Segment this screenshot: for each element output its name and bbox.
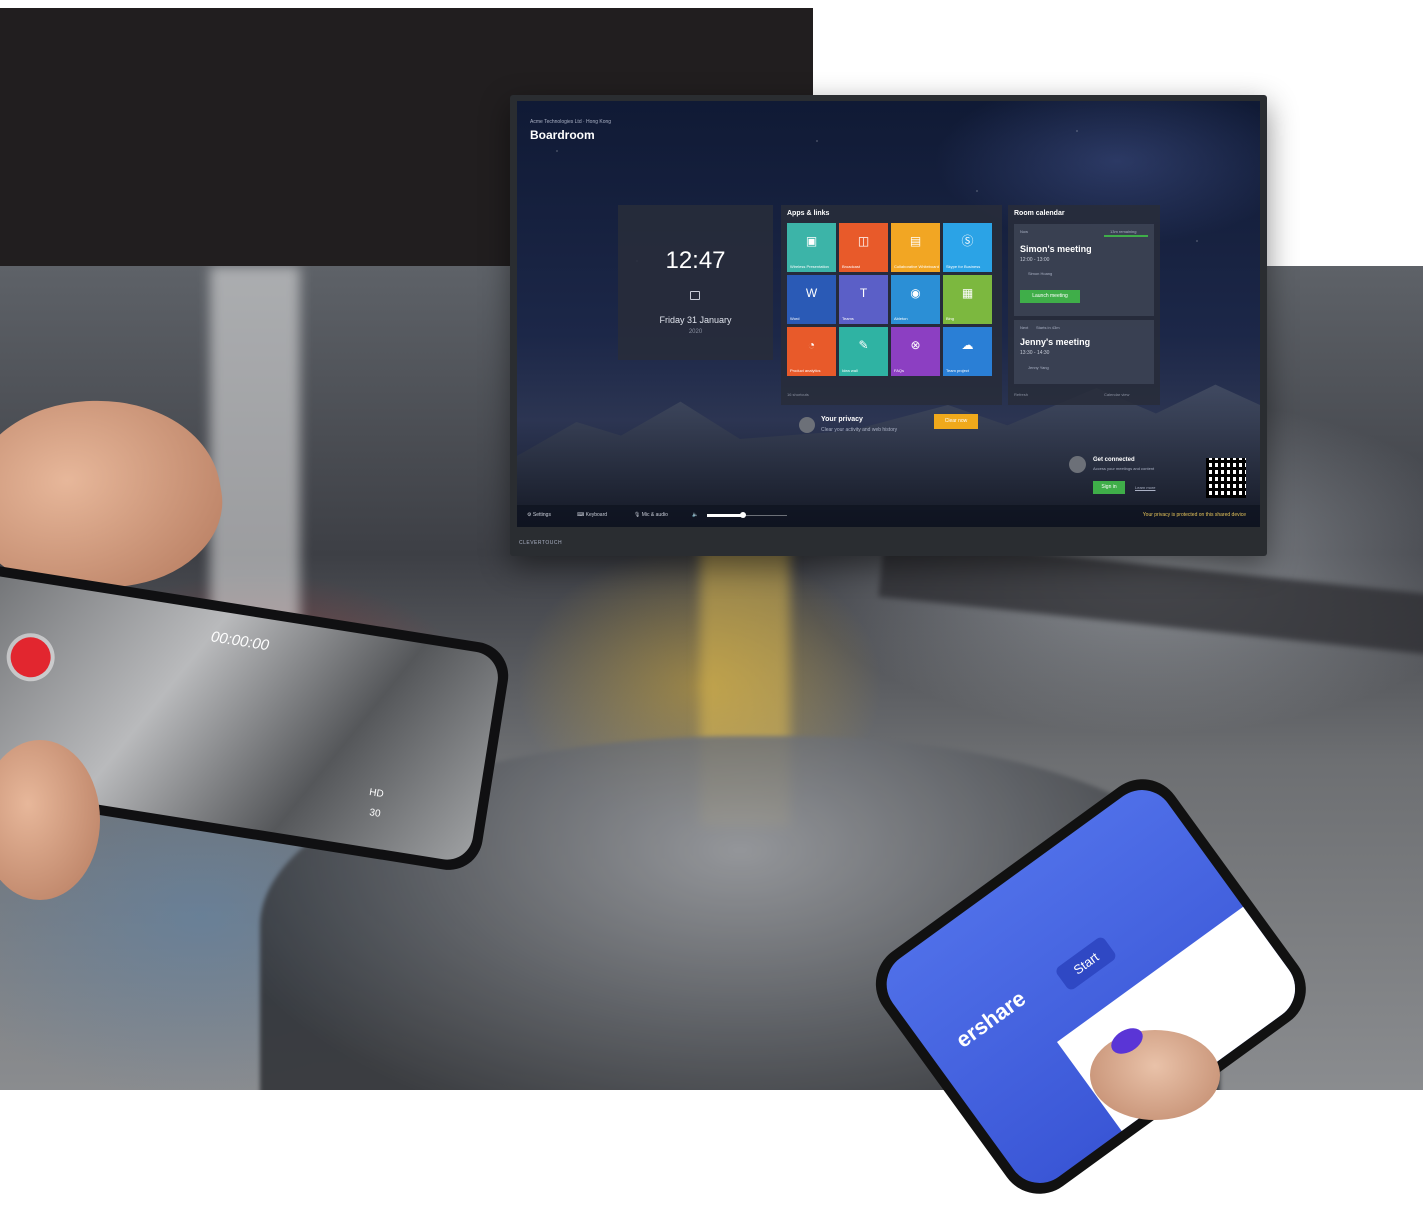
mic-audio-button[interactable]: 🎙 Mic & audio (634, 512, 668, 518)
right-hand (1090, 1030, 1220, 1120)
app-tile[interactable]: ☁ Team project (943, 327, 992, 376)
app-tile-label: Collaborative Whiteboard (894, 264, 939, 269)
next-meeting-time: 13:30 - 14:30 (1020, 350, 1050, 356)
recording-time: 00:00:00 (209, 628, 271, 655)
settings-label: Settings (532, 512, 551, 518)
clear-now-button[interactable]: Clear now (934, 414, 978, 429)
skype-icon: Ⓢ (961, 234, 974, 248)
speaker-icon: 🔈 (692, 512, 699, 518)
calendar-view-link[interactable]: Calendar view (1104, 392, 1129, 397)
volume-fill (707, 514, 743, 517)
clock-date: Friday 31 January (659, 315, 732, 325)
current-meeting-time: 12:00 - 13:00 (1020, 257, 1050, 263)
app-tile-label: Teams (842, 316, 854, 321)
app-tile[interactable]: ▦ Bing (943, 275, 992, 324)
apps-footer: 16 shortcuts (787, 392, 809, 397)
teams-icon: T (859, 286, 868, 300)
record-button[interactable] (7, 634, 54, 681)
apps-heading: Apps & links (787, 210, 830, 217)
privacy-note: Your privacy is protected on this shared… (1142, 512, 1246, 518)
calendar-panel: Room calendar Now 13m remaining Simon's … (1008, 205, 1160, 405)
app-tile-label: Idea wall (842, 368, 858, 373)
connect-subtitle: Access your meetings and content (1093, 466, 1155, 471)
now-label: Now (1020, 229, 1029, 234)
app-tile-label: Bing (946, 316, 955, 321)
app-tile-label: Broadcast (842, 264, 861, 269)
privacy-icon (799, 417, 815, 433)
calendar-heading: Room calendar (1014, 210, 1065, 217)
privacy-title: Your privacy (821, 416, 863, 423)
org-location: Acme Technologies Ltd · Hong Kong (530, 119, 612, 125)
whiteboard-icon: ▤ (909, 234, 922, 248)
app-tile-label: Skype for Business (946, 264, 981, 269)
app-tile-label: FAQs (894, 368, 905, 373)
lifebuoy-icon: ⊗ (910, 338, 921, 352)
clock-panel: 12:47 Friday 31 January 2020 (618, 205, 773, 360)
touchscreen-display: Acme Technologies Ltd · Hong Kong Boardr… (510, 95, 1267, 556)
volume-slider-knob[interactable] (740, 512, 746, 518)
qr-code (1206, 458, 1246, 498)
remaining-label: 13m remaining (1110, 229, 1137, 234)
presentation-icon: ▣ (805, 234, 818, 248)
app-tile[interactable]: ▤ Collaborative Whiteboard (891, 223, 940, 272)
current-meeting-title: Simon's meeting (1020, 244, 1092, 254)
current-meeting-card[interactable]: Now 13m remaining Simon's meeting 12:00 … (1014, 224, 1154, 316)
app-tile[interactable]: ✎ Idea wall (839, 327, 888, 376)
pie-chart-icon: ◔ (807, 338, 816, 352)
bottom-toolbar: ⚙ Settings ⌨ Keyboard 🎙 Mic & audio 🔈 Yo… (517, 505, 1260, 527)
next-starts-in: Starts in 43m (1036, 325, 1060, 330)
cloud-icon: ☁ (961, 338, 974, 352)
sign-in-button[interactable]: Sign in (1093, 481, 1125, 494)
current-meeting-host: Simon Hoang (1028, 271, 1053, 276)
start-button[interactable]: Start (1054, 934, 1119, 992)
bing-icon: ▦ (961, 286, 974, 300)
keyboard-label: Keyboard (585, 512, 608, 518)
app-tile-label: Product analytics (790, 368, 821, 373)
apps-panel: Apps & links ▣ Wireless Presentation ◫ Broa… (781, 205, 1002, 405)
mic-label: Mic & audio (641, 512, 668, 518)
next-meeting-card[interactable]: Next Starts in 43m Jenny's meeting 13:30… (1014, 320, 1154, 384)
calendar-icon (690, 291, 700, 300)
app-tile[interactable]: Ⓢ Skype for Business (943, 223, 992, 272)
resolution-label[interactable]: HD (368, 787, 384, 800)
room-title: Boardroom (530, 128, 595, 142)
clock-time: 12:47 (665, 247, 726, 274)
app-tile-label: Ableton (894, 316, 908, 321)
display-screen: Acme Technologies Ltd · Hong Kong Boardr… (517, 101, 1260, 527)
privacy-subtitle: Clear your activity and web history (821, 427, 898, 433)
learn-more-link[interactable]: Learn more (1135, 485, 1155, 490)
meeting-progress (1104, 235, 1148, 237)
next-meeting-host: Jenny Yang (1028, 365, 1049, 370)
app-tile-label: Wireless Presentation (790, 264, 829, 269)
brand-label: CLEVERTOUCH (519, 540, 563, 546)
launch-meeting-button[interactable]: Launch meeting (1020, 290, 1080, 303)
keyboard-button[interactable]: ⌨ Keyboard (577, 512, 607, 518)
app-tile[interactable]: W Word (787, 275, 836, 324)
calendar-refresh[interactable]: Refresh (1014, 392, 1028, 397)
settings-button[interactable]: ⚙ Settings (527, 512, 551, 518)
next-meeting-title: Jenny's meeting (1020, 337, 1091, 347)
next-label: Next (1020, 325, 1029, 330)
connect-title: Get connected (1093, 457, 1135, 463)
app-tile[interactable]: ◫ Broadcast (839, 223, 888, 272)
word-icon: W (805, 286, 818, 300)
app-label: ershare (951, 985, 1031, 1053)
app-tile-label: Team project (946, 368, 969, 373)
app-tile[interactable]: ▣ Wireless Presentation (787, 223, 836, 272)
pencil-icon: ✎ (858, 338, 869, 352)
broadcast-icon: ◫ (857, 234, 870, 248)
app-tile[interactable]: ⊗ FAQs (891, 327, 940, 376)
app-tile[interactable]: T Teams (839, 275, 888, 324)
fps-label[interactable]: 30 (369, 807, 382, 820)
app-tile[interactable]: ◔ Product analytics (787, 327, 836, 376)
app-tile-label: Word (790, 316, 800, 321)
clock-year: 2020 (688, 329, 703, 335)
app-tile[interactable]: ◉ Ableton (891, 275, 940, 324)
user-icon (1069, 456, 1086, 473)
globe-icon: ◉ (910, 286, 921, 300)
